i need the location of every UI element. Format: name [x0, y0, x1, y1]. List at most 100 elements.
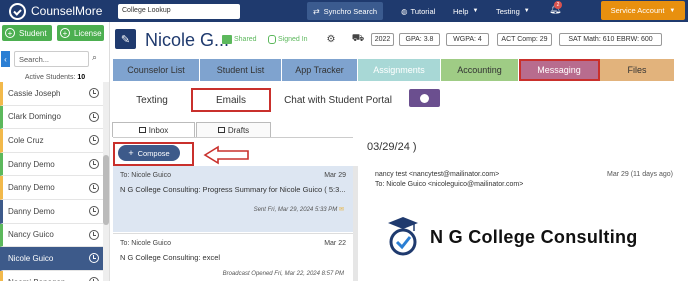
- student-name-label: Cassie Joseph: [8, 88, 61, 98]
- student-search-input[interactable]: Search...: [14, 51, 89, 67]
- student-name-label: Cole Cruz: [8, 135, 44, 145]
- clock-icon[interactable]: [89, 277, 99, 281]
- active-label: Active Students:: [24, 74, 76, 81]
- student-list-item[interactable]: Cassie Joseph: [0, 82, 103, 106]
- gear-icon[interactable]: ⚙: [325, 33, 337, 45]
- drafts-tab[interactable]: Drafts: [196, 122, 271, 137]
- student-name: Nicole G...: [145, 30, 230, 50]
- tab-counselor-list[interactable]: Counselor List: [113, 59, 200, 81]
- student-list-item[interactable]: Danny Demo: [0, 152, 103, 177]
- mail-sent-info: Sent Fri, Mar 29, 2024 5:33 PM ✉: [254, 206, 344, 213]
- add-student-label: Student: [19, 28, 47, 38]
- preview-to: To: Nicole Guico <nicoleguico@mailinator…: [375, 181, 524, 188]
- student-list-item[interactable]: Noemi Banagan: [0, 270, 103, 281]
- email-list-item[interactable]: To: Nicole Guico Mar 22 N G College Consu…: [113, 233, 353, 281]
- brand-logo[interactable]: CounselMore: [9, 2, 113, 20]
- mail-subject: N G College Consulting: excel: [120, 253, 221, 262]
- folder-icon: [222, 35, 232, 44]
- help-menu[interactable]: Help ▼: [453, 0, 478, 22]
- clock-icon[interactable]: [89, 229, 99, 240]
- arrow-left-icon: [203, 145, 249, 165]
- logo-check-icon: [9, 2, 26, 20]
- student-list-item[interactable]: Cole Cruz: [0, 129, 103, 153]
- add-license-label: License: [74, 28, 102, 38]
- tab-texting[interactable]: Texting: [120, 88, 184, 112]
- brand-name: CounselMore: [31, 4, 103, 18]
- chevron-down-icon: ▼: [669, 7, 676, 14]
- add-license-button[interactable]: + License: [57, 25, 104, 41]
- student-list-item[interactable]: Nicole Guico: [0, 247, 103, 271]
- college-lookup-input[interactable]: College Lookup: [118, 3, 240, 19]
- tab-accounting[interactable]: Accounting: [441, 59, 519, 81]
- inbox-icon: [138, 127, 146, 133]
- help-label: Help: [453, 6, 469, 16]
- shared-label: Shared: [234, 36, 257, 43]
- compass-icon[interactable]: [409, 89, 440, 107]
- chevron-left-icon[interactable]: ‹: [1, 51, 10, 67]
- graduation-cap-icon: [388, 217, 418, 256]
- tab-messaging[interactable]: Messaging: [519, 59, 600, 81]
- clock-icon[interactable]: [89, 135, 99, 146]
- email-list-item[interactable]: To: Nicole Guico Mar 29 N G College Consu…: [113, 166, 353, 232]
- service-account-button[interactable]: Service Account ▼: [601, 1, 685, 20]
- plus-icon: +: [5, 28, 15, 38]
- service-account-label: Service Account: [610, 6, 665, 15]
- student-name-label: Clark Domingo: [8, 112, 61, 122]
- mail-sent-info: Broadcast Opened Fri, Mar 22, 2024 8:57 …: [222, 271, 344, 277]
- edit-icon[interactable]: ✎: [115, 29, 136, 49]
- tab-files[interactable]: Files: [600, 59, 675, 81]
- clock-icon[interactable]: [89, 159, 99, 170]
- act-badge: ACT Comp: 29: [497, 33, 552, 46]
- wgpa-badge: WGPA: 4: [446, 33, 489, 46]
- add-student-button[interactable]: + Student: [2, 25, 52, 41]
- car-icon[interactable]: ⛟: [352, 33, 365, 45]
- clock-icon[interactable]: [89, 111, 99, 122]
- app-root: CounselMore College Lookup ⇄ Synchro Sear…: [0, 0, 688, 281]
- testing-label: Testing: [496, 6, 520, 16]
- scrollbar-thumb[interactable]: [103, 155, 109, 225]
- envelope-icon: ✉: [338, 207, 344, 213]
- student-list-item[interactable]: Danny Demo: [0, 199, 103, 224]
- active-number: 10: [77, 74, 86, 81]
- compose-label: Compose: [137, 148, 170, 158]
- compose-button[interactable]: + Compose: [118, 145, 180, 161]
- student-name-label: Nicole Guico: [8, 253, 54, 263]
- company-logo: N G College Consulting: [388, 217, 638, 257]
- clock-icon[interactable]: [89, 253, 99, 264]
- search-icon[interactable]: ⌕: [92, 52, 97, 63]
- compass-icon: ◍: [401, 6, 408, 16]
- preview-from: nancy test <nancytest@mailinator.com>: [375, 171, 500, 178]
- student-list-scrollbar[interactable]: [103, 82, 109, 281]
- clock-icon[interactable]: [89, 88, 99, 99]
- mail-sent-text: Sent Fri, Mar 29, 2024 5:33 PM: [253, 207, 338, 213]
- chevron-down-icon: ▼: [523, 8, 530, 14]
- student-list-item[interactable]: Nancy Guico: [0, 223, 103, 248]
- active-students-count: Active Students: 10: [0, 74, 110, 81]
- gpa-badge: GPA: 3.8: [399, 33, 440, 46]
- student-name-label: Noemi Banagan: [8, 278, 65, 281]
- tab-app-tracker[interactable]: App Tracker: [282, 59, 358, 81]
- sat-badge: SAT Math: 610 EBRW: 600: [559, 33, 662, 46]
- synchro-search-label: Synchro Search: [323, 6, 378, 16]
- plus-icon: +: [60, 28, 70, 38]
- tutorial-link[interactable]: ◍ Tutorial: [401, 0, 435, 22]
- testing-menu[interactable]: Testing ▼: [496, 0, 530, 22]
- inbox-tab[interactable]: Inbox: [112, 122, 195, 137]
- student-sidebar: + Student + License ‹ Search... ⌕ Active S…: [0, 22, 110, 281]
- student-list-item[interactable]: Clark Domingo: [0, 105, 103, 130]
- notification-badge: 2: [554, 1, 562, 9]
- mail-list-scrollbar[interactable]: [353, 166, 358, 281]
- signed-in-label: Signed In: [278, 36, 308, 43]
- synchro-search-button[interactable]: ⇄ Synchro Search: [307, 2, 383, 20]
- clock-icon[interactable]: [89, 182, 99, 193]
- student-name-label: Danny Demo: [8, 183, 55, 193]
- tab-student-list[interactable]: Student List: [200, 59, 282, 81]
- clock-icon[interactable]: [89, 206, 99, 217]
- tab-emails[interactable]: Emails: [191, 88, 271, 112]
- student-name-label: Nancy Guico: [8, 230, 54, 240]
- tab-assignments[interactable]: Assignments: [358, 59, 441, 81]
- mail-recipient: To: Nicole Guico: [120, 172, 171, 179]
- mail-date: Mar 29: [324, 172, 346, 179]
- tab-chat-portal[interactable]: Chat with Student Portal: [272, 88, 404, 112]
- student-list-item[interactable]: Danny Demo: [0, 176, 103, 200]
